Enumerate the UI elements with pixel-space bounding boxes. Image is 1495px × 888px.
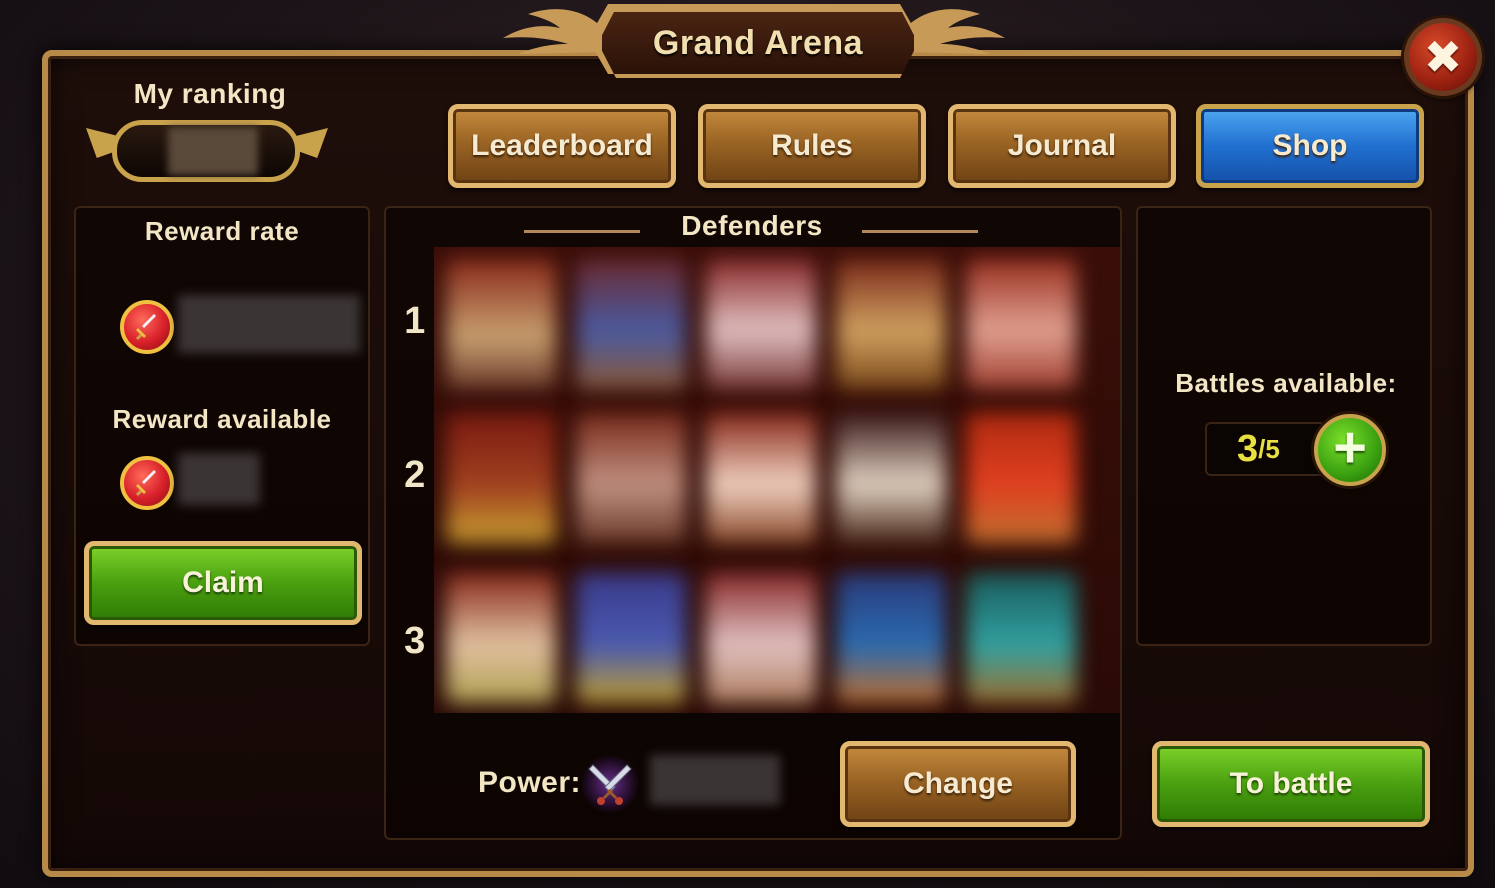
- power-value-redacted: [650, 755, 780, 805]
- defenders-title: Defenders: [681, 210, 823, 241]
- defender-hero-card[interactable]: [576, 259, 686, 389]
- shop-button[interactable]: Shop: [1196, 104, 1424, 188]
- power-label: Power:: [478, 766, 582, 799]
- window-title: Grand Arena: [652, 23, 864, 62]
- defender-hero-card[interactable]: [966, 413, 1076, 543]
- add-battles-button[interactable]: +: [1314, 414, 1386, 486]
- battles-available-label: Battles available:: [1175, 368, 1397, 398]
- change-button-label: Change: [902, 767, 1013, 800]
- defender-hero-card[interactable]: [446, 259, 556, 389]
- crossed-swords-icon: [582, 756, 638, 812]
- defender-hero-card[interactable]: [706, 413, 816, 543]
- defender-hero-card[interactable]: [706, 259, 816, 389]
- decorative-line-right: [862, 230, 978, 233]
- close-icon: ✖: [1423, 31, 1463, 83]
- my-ranking-label: My ranking: [133, 78, 287, 109]
- team-row-number: 1: [404, 300, 426, 342]
- defender-hero-card[interactable]: [446, 573, 556, 703]
- battles-current: 3: [1237, 427, 1259, 470]
- battles-max: 5: [1265, 433, 1280, 464]
- leaderboard-button-label: Leaderboard: [471, 129, 653, 162]
- decorative-line-left: [524, 230, 640, 233]
- claim-button-label: Claim: [182, 566, 264, 599]
- defender-hero-card[interactable]: [966, 573, 1076, 703]
- defender-hero-card[interactable]: [836, 413, 946, 543]
- ranking-value-redacted: [168, 127, 258, 175]
- sword-coin-icon: [120, 456, 174, 510]
- claim-button[interactable]: Claim: [84, 541, 362, 625]
- journal-button-label: Journal: [1007, 129, 1117, 162]
- change-team-button[interactable]: Change: [840, 741, 1076, 827]
- reward-available-label: Reward available: [112, 404, 332, 434]
- defender-hero-card[interactable]: [966, 259, 1076, 389]
- reward-rate-label: Reward rate: [144, 216, 300, 246]
- right-wing-ornament: [900, 9, 1005, 54]
- defender-hero-card[interactable]: [576, 573, 686, 703]
- journal-button[interactable]: Journal: [948, 104, 1176, 188]
- sword-coin-icon: [120, 300, 174, 354]
- leaderboard-button[interactable]: Leaderboard: [448, 104, 676, 188]
- defender-hero-card[interactable]: [836, 259, 946, 389]
- close-button[interactable]: ✖: [1404, 18, 1482, 96]
- reward-rate-value-redacted: [178, 295, 360, 353]
- left-wing-ornament: [503, 9, 608, 54]
- defender-hero-card[interactable]: [446, 413, 556, 543]
- team-row-number: 3: [404, 620, 426, 662]
- defender-hero-card[interactable]: [706, 573, 816, 703]
- to-battle-button[interactable]: To battle: [1152, 741, 1430, 827]
- title-plate: Grand Arena: [598, 8, 918, 78]
- defender-teams-grid[interactable]: [434, 247, 1120, 713]
- rules-button[interactable]: Rules: [698, 104, 926, 188]
- defender-hero-card[interactable]: [576, 413, 686, 543]
- to-battle-button-label: To battle: [1229, 767, 1353, 800]
- rules-button-label: Rules: [771, 129, 853, 162]
- team-row-number: 2: [404, 454, 426, 496]
- plus-icon: +: [1333, 415, 1367, 480]
- battles-separator: /: [1258, 433, 1266, 464]
- defender-hero-card[interactable]: [836, 573, 946, 703]
- reward-available-value-redacted: [178, 453, 260, 505]
- shop-button-label: Shop: [1272, 129, 1348, 162]
